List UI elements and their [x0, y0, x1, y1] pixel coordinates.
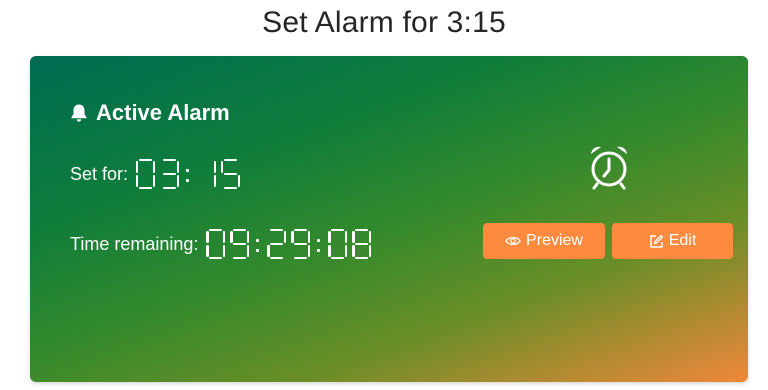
alarm-clock-icon: [591, 146, 627, 190]
card-header-title: Active Alarm: [96, 100, 230, 125]
time-remaining-row: Time remaining:: [70, 226, 376, 262]
time-digit: [206, 229, 226, 259]
time-digit: [328, 229, 348, 259]
eye-icon: [505, 236, 521, 246]
time-colon: [315, 229, 323, 259]
preview-button[interactable]: Preview: [483, 223, 605, 259]
set-for-row: Set for:: [70, 156, 245, 192]
time-remaining-display: [206, 229, 376, 259]
time-digit: [267, 229, 287, 259]
time-digit: [197, 159, 217, 189]
edit-button-label: Edit: [668, 232, 697, 249]
time-digit: [230, 229, 250, 259]
card-header: Active Alarm: [70, 100, 230, 126]
time-digit: [221, 159, 241, 189]
preview-button-label: Preview: [526, 232, 583, 249]
pencil-square-icon: [650, 234, 663, 248]
time-remaining-label: Time remaining:: [70, 233, 199, 254]
bell-icon: [71, 104, 87, 122]
time-digit: [291, 229, 311, 259]
set-for-label: Set for:: [70, 163, 129, 184]
set-for-time-display: [136, 159, 245, 189]
time-digit: [136, 159, 156, 189]
edit-button[interactable]: Edit: [612, 223, 733, 259]
active-alarm-card: Active Alarm Set for: Time remaining: Pr…: [30, 56, 748, 382]
page-title: Set Alarm for 3:15: [262, 6, 506, 39]
time-colon: [184, 159, 192, 189]
time-colon: [254, 229, 262, 259]
time-digit: [352, 229, 372, 259]
time-digit: [160, 159, 180, 189]
